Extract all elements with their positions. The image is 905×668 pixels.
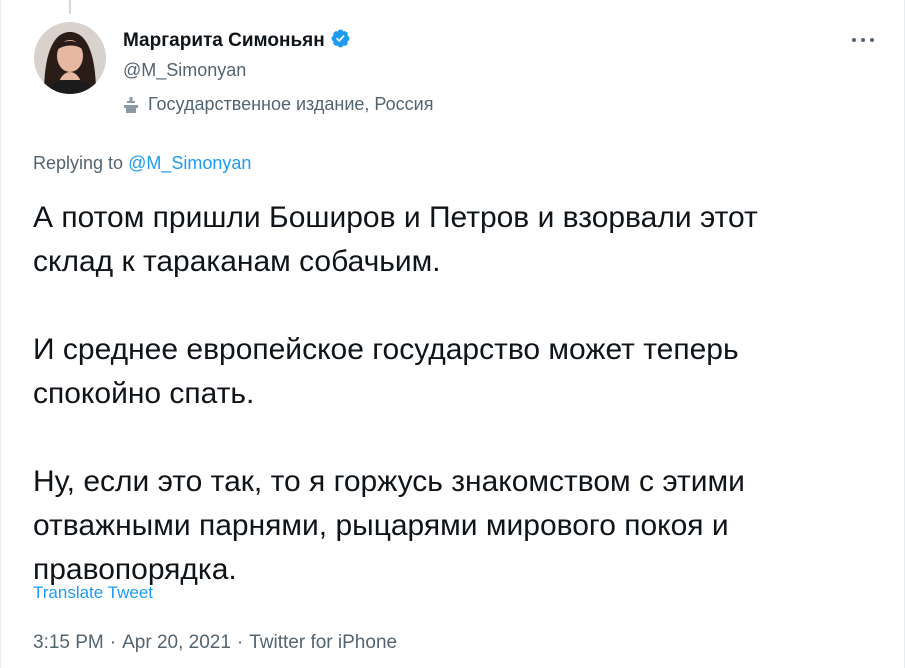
verified-badge-icon — [331, 29, 350, 48]
tweet-card: Маргарита Симоньян @M_Simonyan Государст… — [0, 0, 905, 668]
tweet-date[interactable]: Apr 20, 2021 — [122, 632, 231, 653]
more-button[interactable] — [846, 28, 880, 52]
avatar[interactable] — [34, 22, 106, 94]
tweet-text: А потом пришли Боширов и Петров и взорва… — [33, 201, 758, 586]
tweet-meta: 3:15 PM · Apr 20, 2021 · Twitter for iPhone — [33, 632, 397, 654]
meta-separator: · — [236, 632, 244, 653]
podium-icon — [124, 96, 138, 113]
translate-tweet-link[interactable]: Translate Tweet — [33, 583, 153, 603]
replying-to-prefix: Replying to — [33, 153, 129, 173]
replying-to-link[interactable]: @M_Simonyan — [128, 153, 251, 173]
more-dots-icon — [852, 38, 874, 42]
state-media-label-text: Государственное издание, Россия — [148, 94, 434, 114]
tweet-source[interactable]: Twitter for iPhone — [249, 632, 397, 653]
tweet-time[interactable]: 3:15 PM — [33, 632, 104, 653]
meta-separator: · — [109, 632, 117, 653]
user-handle[interactable]: @M_Simonyan — [123, 60, 246, 81]
display-name[interactable]: Маргарита Симоньян — [123, 28, 351, 52]
state-media-label[interactable]: Государственное издание, Россия — [121, 94, 433, 115]
thread-line — [69, 0, 71, 14]
replying-to: Replying to @M_Simonyan — [33, 153, 251, 174]
display-name-text: Маргарита Симоньян — [123, 30, 325, 51]
